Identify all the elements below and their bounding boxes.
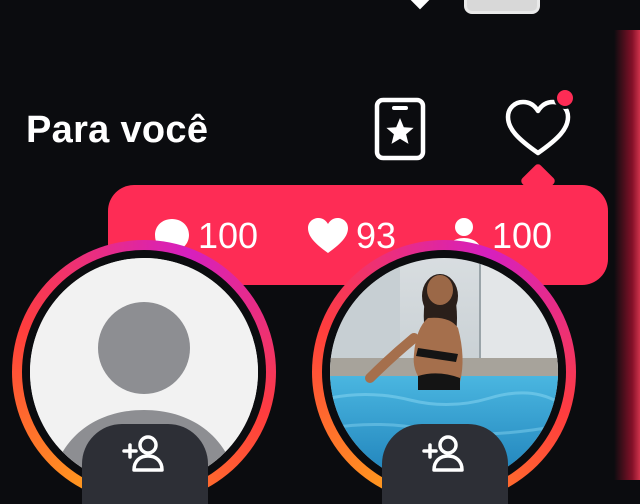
edge-glow [614, 30, 640, 480]
activity-button[interactable] [504, 87, 580, 159]
add-user-icon [122, 435, 164, 472]
add-user-icon [422, 435, 464, 472]
follow-button[interactable] [82, 424, 208, 504]
story-ring[interactable] [312, 240, 576, 504]
story-ring[interactable] [12, 240, 276, 504]
header: Para você [0, 87, 640, 161]
follow-button[interactable] [382, 424, 508, 504]
notification-dot [554, 87, 576, 109]
heart-icon [308, 218, 348, 253]
likes-stat: 93 [306, 215, 396, 257]
followers-count: 100 [492, 215, 553, 256]
page-title: Para você [26, 109, 209, 151]
comments-count: 100 [198, 215, 259, 256]
battery-icon [464, 0, 540, 14]
status-bar [0, 0, 640, 14]
star-card-icon [374, 97, 426, 161]
wifi-icon [408, 0, 432, 10]
live-card-button[interactable] [374, 97, 426, 164]
